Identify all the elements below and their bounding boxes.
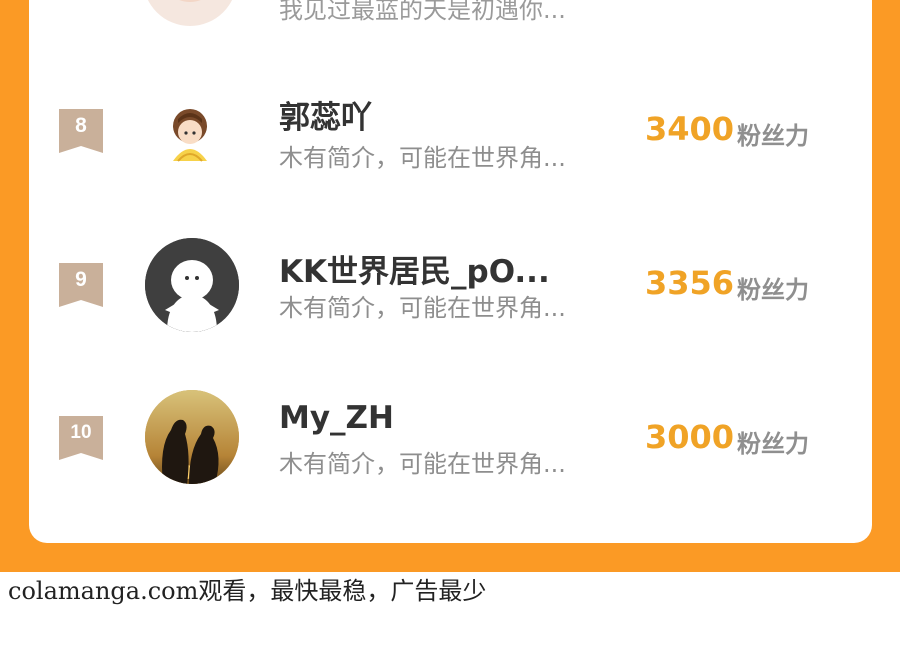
user-bio: 木有简介，可能在世界角...	[279, 144, 566, 172]
rank-number: 10	[70, 422, 92, 443]
watermark-footer-text: colamanga.com观看，最快最稳，广告最少	[8, 577, 487, 605]
rank-number: 8	[75, 114, 87, 137]
user-name[interactable]: My_ZH	[279, 400, 394, 436]
penguins-sunset-avatar[interactable]	[145, 390, 239, 484]
ranking-row-partial[interactable]: 我见过最蓝的天是初遇你...	[29, 0, 872, 60]
avatar[interactable]	[143, 0, 237, 26]
rank-badge: 9	[59, 263, 103, 307]
user-bio: 木有简介，可能在世界角...	[279, 450, 566, 478]
fan-ranking-card: 我见过最蓝的天是初遇你... 8 郭蕊吖 木有简介，可能在世界角... 3400…	[29, 0, 872, 543]
cartoon-girl-avatar[interactable]	[143, 87, 237, 181]
fan-power-unit: 粉丝力	[737, 122, 809, 150]
ranking-row[interactable]: 9 KK世界居民_pO... 木有简介，可能在世界角... 3356 粉丝力	[29, 226, 872, 346]
user-bio: 木有简介，可能在世界角...	[279, 294, 566, 322]
fan-power-score: 3000	[645, 418, 735, 456]
fan-power-score: 3400	[645, 110, 735, 148]
user-name[interactable]: KK世界居民_pO...	[279, 246, 550, 291]
fan-power-unit: 粉丝力	[737, 430, 809, 458]
ranking-row[interactable]: 10 My_ZH 木有简介，可能在世界角... 3000 粉丝力	[29, 380, 872, 500]
fan-power-unit: 粉丝力	[737, 276, 809, 304]
default-ghost-avatar[interactable]	[145, 238, 239, 332]
ranking-row[interactable]: 8 郭蕊吖 木有简介，可能在世界角... 3400 粉丝力	[29, 72, 872, 192]
user-name[interactable]: 郭蕊吖	[279, 92, 372, 137]
rank-number: 9	[75, 268, 87, 291]
rank-badge: 8	[59, 109, 103, 153]
user-bio: 我见过最蓝的天是初遇你...	[279, 0, 566, 24]
fan-power-score: 3356	[645, 264, 735, 302]
rank-badge: 10	[59, 416, 103, 460]
